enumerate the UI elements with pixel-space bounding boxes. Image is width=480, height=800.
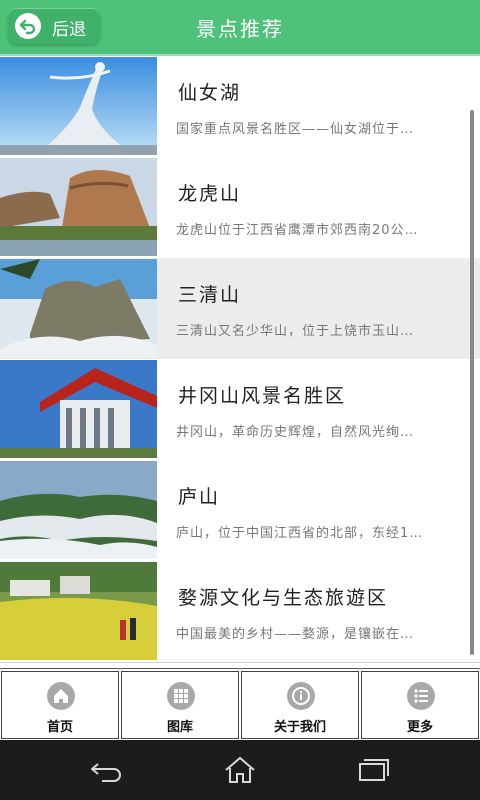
spot-description: 龙虎山位于江西省鹰潭市郊西南20公… bbox=[176, 223, 419, 238]
list-item-longhu-mountain[interactable]: 龙虎山 龙虎山位于江西省鹰潭市郊西南20公… bbox=[0, 157, 480, 259]
spot-title: 仙女湖 bbox=[178, 82, 242, 104]
spot-description: 中国最美的乡村——婺源，是镶嵌在… bbox=[176, 627, 415, 642]
title-bar: 后退 景点推荐 bbox=[0, 0, 480, 56]
thumbnail-image bbox=[0, 259, 157, 357]
system-back-icon[interactable] bbox=[88, 754, 128, 786]
list-item-xiannu-lake[interactable]: 仙女湖 国家重点风景名胜区——仙女湖位于… bbox=[0, 56, 480, 158]
list-item-jinggang-mountain[interactable]: 井冈山风景名胜区 井冈山，革命历史辉煌，自然风光绚… bbox=[0, 359, 480, 461]
list-item-lu-mountain[interactable]: 庐山 庐山，位于中国江西省的北部，东经1… bbox=[0, 460, 480, 562]
home-icon bbox=[47, 682, 75, 710]
nav-more-label: 更多 bbox=[406, 720, 433, 735]
spot-title: 婺源文化与生态旅遊区 bbox=[178, 587, 389, 609]
spot-title: 三清山 bbox=[178, 284, 242, 306]
list-icon bbox=[407, 682, 435, 710]
system-home-icon[interactable] bbox=[220, 754, 260, 786]
spot-description: 三清山又名少华山，位于上饶市玉山… bbox=[176, 324, 415, 339]
nav-more-button[interactable]: 更多 bbox=[361, 671, 479, 739]
thumbnail-image bbox=[0, 360, 157, 458]
spot-list: 仙女湖 国家重点风景名胜区——仙女湖位于… 龙虎山 龙虎山位于江西省鹰潭市郊西南… bbox=[0, 56, 480, 666]
thumbnail-image bbox=[0, 57, 157, 155]
bottom-nav: 首页 图库 关于我们 更多 bbox=[0, 668, 480, 741]
list-item-wuyuan[interactable]: 婺源文化与生态旅遊区 中国最美的乡村——婺源，是镶嵌在… bbox=[0, 561, 480, 663]
spot-description: 庐山，位于中国江西省的北部，东经1… bbox=[176, 526, 424, 541]
nav-home-label: 首页 bbox=[46, 720, 73, 735]
page-title: 景点推荐 bbox=[196, 17, 284, 41]
info-icon bbox=[287, 682, 315, 710]
thumbnail-image bbox=[0, 562, 157, 660]
nav-about-label: 关于我们 bbox=[273, 720, 326, 735]
nav-home-button[interactable]: 首页 bbox=[1, 671, 119, 739]
spot-title: 庐山 bbox=[178, 486, 221, 508]
nav-gallery-button[interactable]: 图库 bbox=[121, 671, 239, 739]
thumbnail-image bbox=[0, 158, 157, 256]
nav-about-button[interactable]: 关于我们 bbox=[241, 671, 359, 739]
thumbnail-image bbox=[0, 461, 157, 559]
grid-icon bbox=[167, 682, 195, 710]
spot-title: 龙虎山 bbox=[178, 183, 242, 205]
system-recent-apps-icon[interactable] bbox=[352, 754, 392, 786]
scrollbar[interactable] bbox=[470, 110, 474, 655]
spot-description: 井冈山，革命历史辉煌，自然风光绚… bbox=[176, 425, 415, 440]
list-item-sanqing-mountain[interactable]: 三清山 三清山又名少华山，位于上饶市玉山… bbox=[0, 258, 480, 360]
spot-title: 井冈山风景名胜区 bbox=[178, 385, 347, 407]
system-nav-bar bbox=[0, 740, 480, 800]
spot-description: 国家重点风景名胜区——仙女湖位于… bbox=[176, 122, 415, 137]
nav-gallery-label: 图库 bbox=[166, 720, 193, 735]
